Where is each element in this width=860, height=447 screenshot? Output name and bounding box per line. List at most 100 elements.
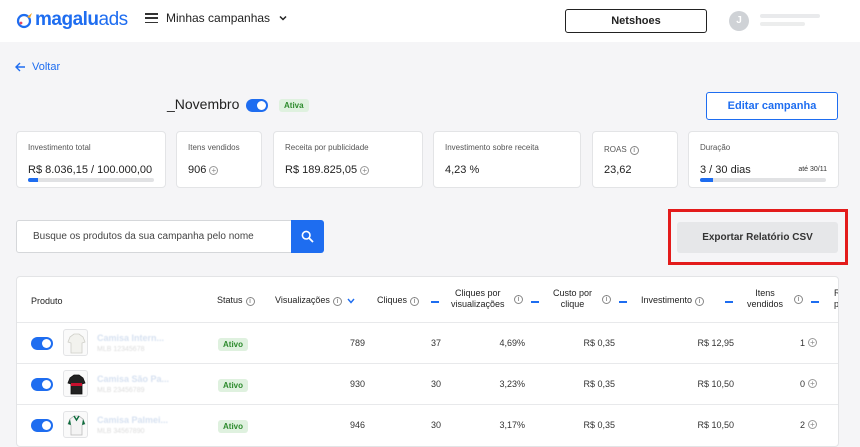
plus-circle-icon[interactable]: +: [808, 420, 817, 429]
info-icon[interactable]: i: [245, 297, 255, 306]
shirt-icon: [67, 333, 86, 354]
card-items-sold: Itens vendidos 906 +: [176, 131, 262, 188]
hamburger-icon: [145, 13, 158, 23]
col-header-cpc: Custo por clique: [553, 288, 592, 310]
col-header-product: Produto: [31, 296, 63, 306]
investment-value: R$ 12,95: [697, 338, 734, 348]
user-avatar[interactable]: J: [729, 11, 749, 31]
plus-circle-icon[interactable]: +: [808, 338, 817, 347]
col-header-next-line2: p: [834, 299, 839, 309]
card-value: 906: [188, 164, 207, 176]
clicks-value: 30: [430, 420, 441, 430]
product-search: [16, 220, 324, 253]
chevron-down-icon: [279, 15, 287, 21]
table-row[interactable]: Camisa São Pa... MLB 23456789 Ativo 930 …: [17, 363, 838, 404]
info-icon[interactable]: i: [514, 295, 523, 304]
campaigns-menu-label: Minhas campanhas: [166, 11, 271, 25]
info-icon[interactable]: i: [410, 297, 420, 306]
table-row[interactable]: Camisa Intern... MLB 12345678 Ativo 789 …: [17, 322, 838, 363]
product-active-toggle[interactable]: [31, 419, 53, 432]
search-button[interactable]: [291, 220, 324, 253]
campaigns-menu-button[interactable]: Minhas campanhas: [145, 11, 288, 25]
card-label: Itens vendidos: [188, 143, 240, 152]
campaign-active-toggle[interactable]: [246, 99, 268, 112]
search-icon: [301, 230, 314, 243]
user-name-blurred[interactable]: [760, 14, 830, 28]
duration-progress-fill: [700, 178, 713, 182]
column-divider: [531, 301, 539, 303]
logo-suffix: ads: [98, 9, 129, 30]
product-thumbnail: [63, 329, 88, 356]
investment-value: R$ 10,50: [697, 379, 734, 389]
status-badge: Ativo: [218, 338, 248, 351]
col-header-clicks-wrap: Cliques i: [377, 295, 420, 306]
export-csv-button[interactable]: Exportar Relatório CSV: [677, 222, 838, 253]
card-value: 4,23 %: [445, 164, 480, 176]
cpc-value: R$ 0,35: [583, 420, 615, 430]
card-label: Duração: [700, 143, 731, 152]
col-header-clicks: Cliques: [377, 295, 408, 305]
info-icon[interactable]: i: [794, 295, 803, 304]
back-link[interactable]: Voltar: [15, 61, 60, 73]
card-value: R$ 8.036,15 / 100.000,00: [28, 164, 153, 176]
views-value: 789: [349, 338, 365, 348]
campaign-status-badge: Ativa: [279, 99, 309, 112]
items-value: 2: [799, 420, 805, 430]
plus-circle-icon[interactable]: +: [360, 165, 370, 175]
magalu-logo-icon: [16, 13, 32, 29]
card-duration: Duração 3 / 30 dias até 30/11: [688, 131, 839, 188]
ctr-value: 3,17%: [499, 420, 525, 430]
items-value: 1: [799, 338, 805, 348]
card-roas: ROAS i 23,62: [592, 131, 678, 188]
card-investment-total: Investimento total R$ 8.036,15 / 100.000…: [16, 131, 166, 188]
status-badge: Ativo: [218, 420, 248, 433]
products-table: Produto Status i Visualizações i Cliques i …: [16, 276, 839, 447]
col-header-cpc-line2: clique: [560, 299, 585, 309]
views-value: 946: [349, 420, 365, 430]
product-name[interactable]: Camisa São Pa...: [97, 374, 169, 384]
cpc-value: R$ 0,35: [583, 379, 615, 389]
col-header-next-line1: R: [834, 288, 838, 299]
table-row[interactable]: Camisa Palmei... MLB 34567890 Ativo 946 …: [17, 404, 838, 445]
status-badge: Ativo: [218, 379, 248, 392]
card-label: Receita por publicidade: [285, 143, 369, 152]
info-icon[interactable]: i: [629, 146, 639, 155]
product-name[interactable]: Camisa Palmei...: [97, 415, 168, 425]
product-thumbnail: [63, 370, 88, 397]
ctr-value: 4,69%: [499, 338, 525, 348]
column-divider: [725, 301, 733, 303]
card-label: Investimento sobre receita: [445, 143, 539, 152]
clicks-value: 30: [430, 379, 441, 389]
product-name[interactable]: Camisa Intern...: [97, 333, 164, 343]
col-header-views-wrap[interactable]: Visualizações i: [275, 295, 355, 306]
plus-circle-icon[interactable]: +: [808, 379, 817, 388]
cpc-value: R$ 0,35: [583, 338, 615, 348]
info-icon[interactable]: i: [332, 297, 342, 306]
col-header-ctr-line1: Cliques por: [455, 288, 501, 298]
info-icon[interactable]: i: [695, 297, 705, 306]
card-label-wrap: ROAS i: [604, 145, 639, 155]
shirt-icon: [67, 374, 86, 395]
edit-campaign-button[interactable]: Editar campanha: [706, 92, 838, 120]
product-search-input[interactable]: [17, 221, 291, 252]
items-value: 0: [799, 379, 805, 389]
card-value-wrap: 906 +: [188, 164, 219, 176]
plus-circle-icon[interactable]: +: [209, 165, 219, 175]
duration-progress-bar: [700, 178, 826, 182]
card-investment-over-revenue: Investimento sobre receita 4,23 %: [433, 131, 581, 188]
col-header-cpc-line1: Custo por: [553, 288, 593, 298]
col-header-items-line2: vendidos: [747, 299, 784, 309]
account-selector-button[interactable]: Netshoes: [565, 9, 707, 33]
product-active-toggle[interactable]: [31, 378, 53, 391]
card-label: Investimento total: [28, 143, 91, 152]
product-active-toggle[interactable]: [31, 337, 53, 350]
magalu-ads-logo[interactable]: magaluads: [16, 9, 128, 31]
card-ad-revenue: Receita por publicidade R$ 189.825,05 +: [273, 131, 423, 188]
card-value: 3 / 30 dias: [700, 164, 751, 176]
column-divider: [811, 301, 819, 303]
sort-down-icon[interactable]: [347, 298, 355, 304]
investment-progress-fill: [28, 178, 39, 182]
info-icon[interactable]: i: [602, 295, 611, 304]
duration-end-date: até 30/11: [798, 166, 827, 173]
col-header-views: Visualizações: [275, 295, 330, 305]
